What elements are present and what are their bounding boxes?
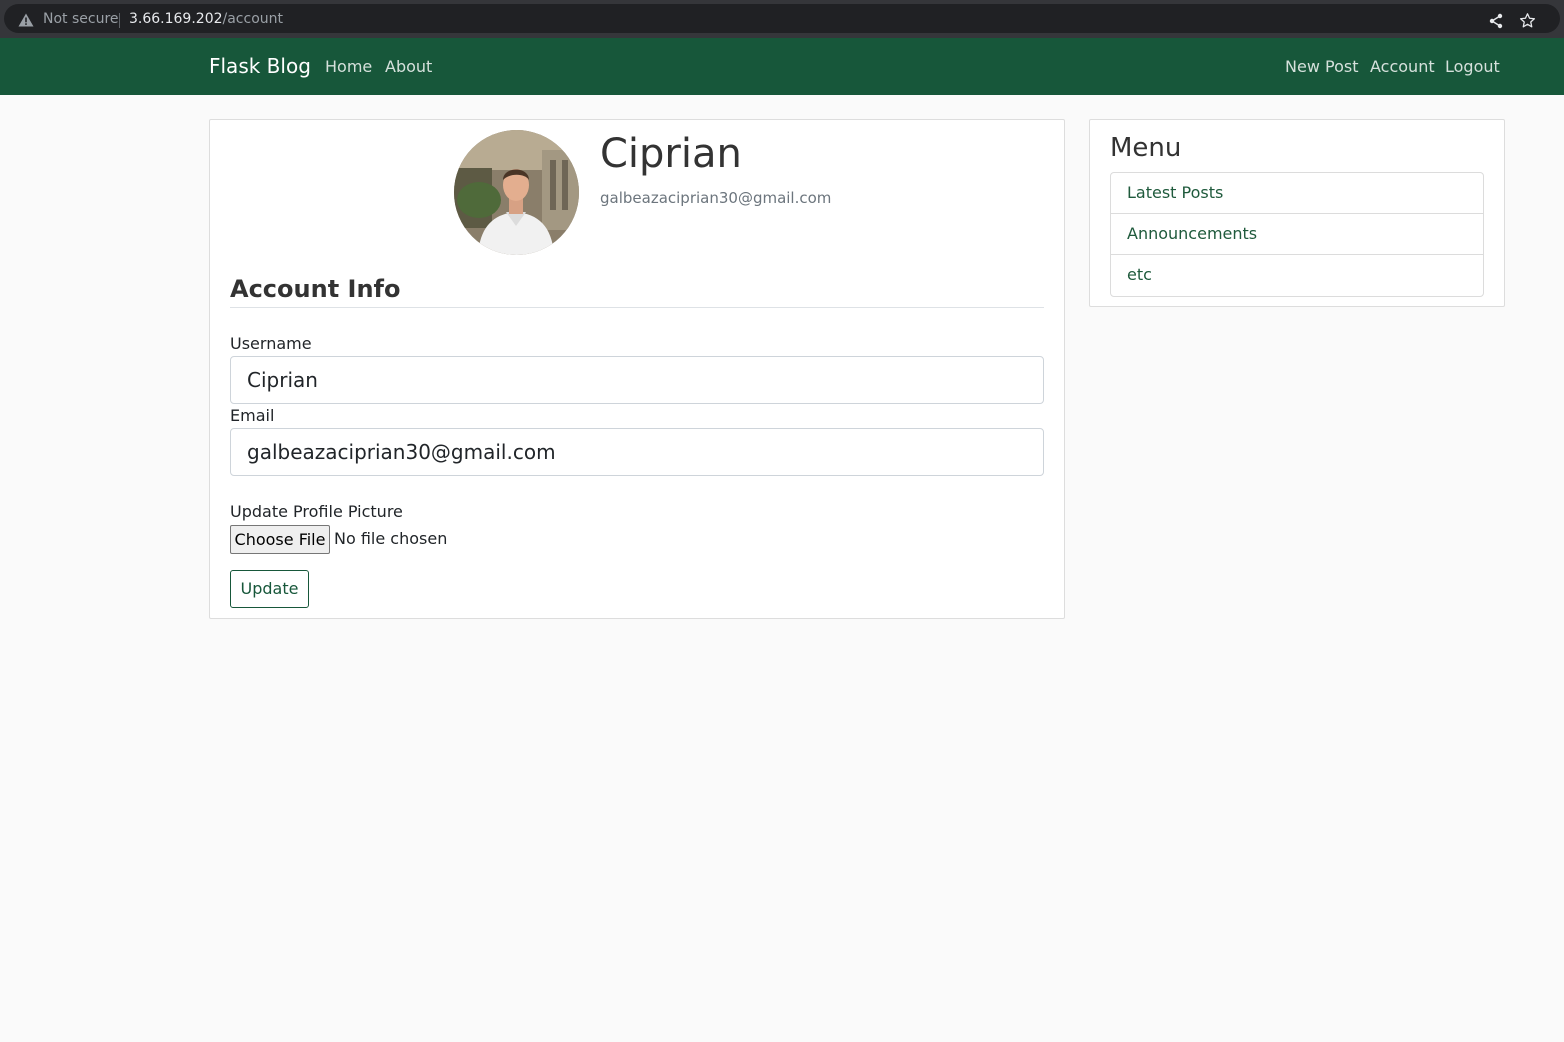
choose-file-button[interactable]: Choose File bbox=[230, 525, 330, 554]
browser-toolbar: Not secure 3.66.169.202/account bbox=[0, 0, 1564, 38]
share-icon[interactable] bbox=[1488, 13, 1504, 29]
nav-link-about[interactable]: About bbox=[385, 56, 432, 78]
email-input[interactable] bbox=[230, 428, 1044, 476]
file-status-text: No file chosen bbox=[334, 529, 448, 548]
warning-icon[interactable] bbox=[18, 13, 34, 27]
address-separator bbox=[119, 13, 120, 28]
username-input[interactable] bbox=[230, 356, 1044, 404]
account-card: Ciprian galbeazaciprian30@gmail.com Acco… bbox=[209, 119, 1065, 619]
profile-picture-label: Update Profile Picture bbox=[230, 502, 403, 521]
username-label: Username bbox=[230, 334, 312, 353]
sidebar-title: Menu bbox=[1110, 133, 1182, 163]
url-text[interactable]: 3.66.169.202/account bbox=[129, 10, 283, 28]
sidebar-item-etc[interactable]: etc bbox=[1111, 255, 1483, 296]
bookmark-star-icon[interactable] bbox=[1519, 12, 1536, 29]
profile-photo bbox=[454, 130, 579, 255]
nav-link-new-post[interactable]: New Post bbox=[1285, 56, 1358, 78]
update-button[interactable]: Update bbox=[230, 570, 309, 608]
email-label: Email bbox=[230, 406, 275, 425]
nav-link-account[interactable]: Account bbox=[1370, 56, 1435, 78]
security-status[interactable]: Not secure bbox=[43, 10, 119, 28]
sidebar-menu: Latest Posts Announcements etc bbox=[1110, 172, 1484, 297]
nav-link-logout[interactable]: Logout bbox=[1445, 56, 1500, 78]
heading-divider bbox=[230, 307, 1044, 308]
url-host: 3.66.169.202 bbox=[129, 11, 223, 27]
account-info-heading: Account Info bbox=[230, 275, 401, 303]
site-navbar: Flask Blog Home About New Post Account L… bbox=[0, 38, 1564, 95]
profile-name: Ciprian bbox=[600, 131, 742, 177]
sidebar-item-announcements[interactable]: Announcements bbox=[1111, 214, 1483, 255]
address-bar[interactable]: Not secure 3.66.169.202/account bbox=[4, 4, 1560, 33]
url-path: /account bbox=[222, 11, 284, 27]
navbar-brand[interactable]: Flask Blog bbox=[209, 53, 311, 79]
avatar bbox=[454, 130, 579, 255]
profile-email: galbeazaciprian30@gmail.com bbox=[600, 189, 832, 207]
sidebar-card: Menu Latest Posts Announcements etc bbox=[1089, 119, 1505, 307]
sidebar-item-latest-posts[interactable]: Latest Posts bbox=[1111, 173, 1483, 214]
nav-link-home[interactable]: Home bbox=[325, 56, 372, 78]
